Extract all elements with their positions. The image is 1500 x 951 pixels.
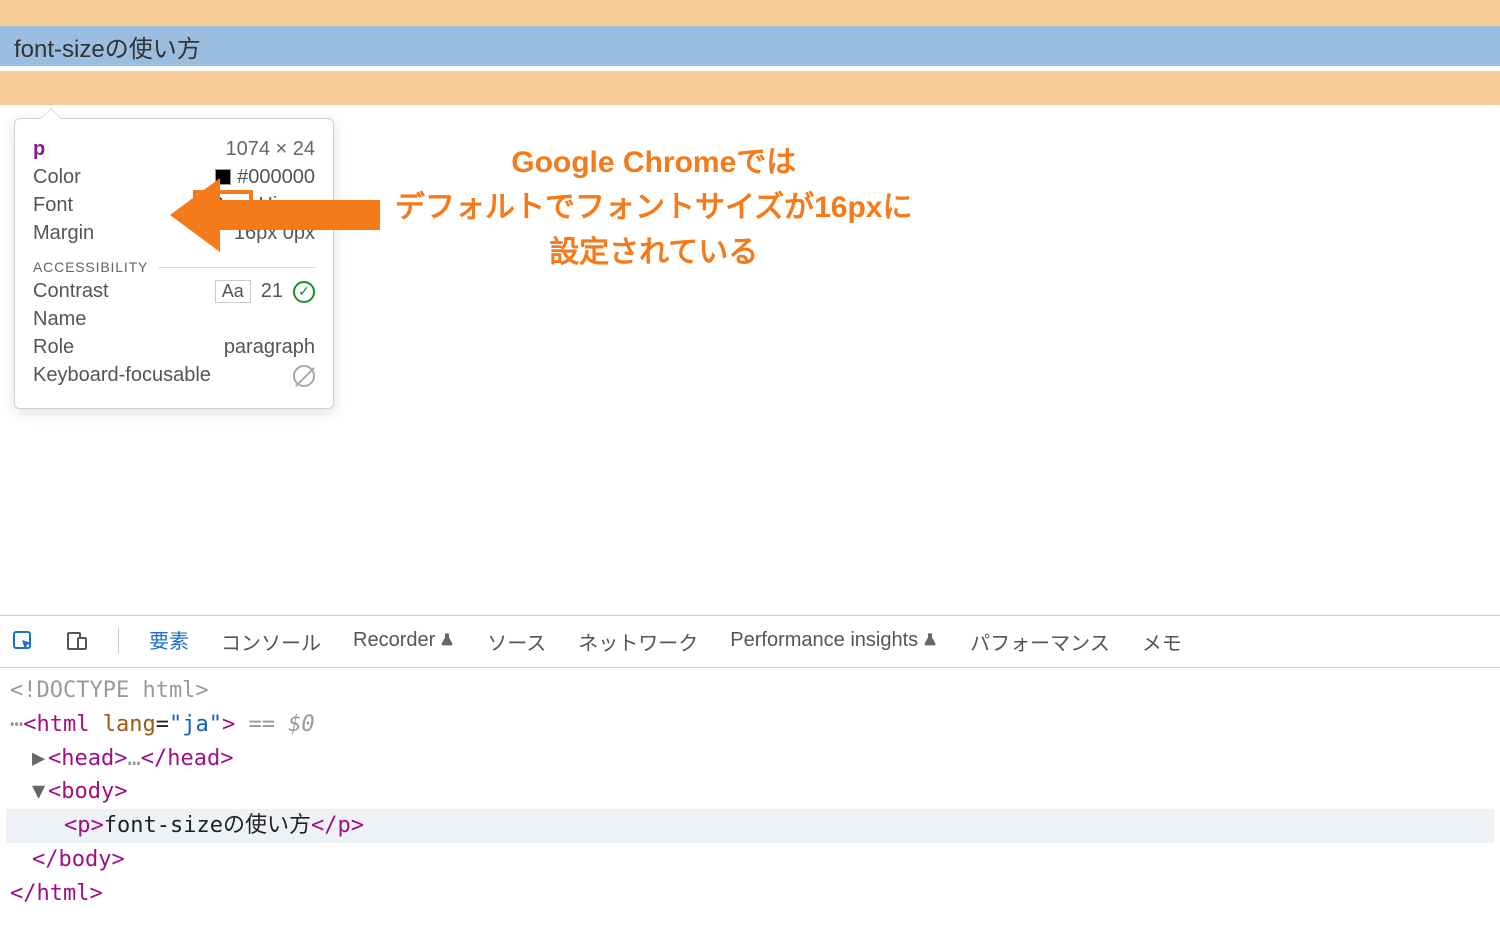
- expand-triangle-icon[interactable]: ▶: [32, 743, 44, 775]
- tooltip-margin-label: Margin: [33, 222, 94, 245]
- tooltip-kbf-label: Keyboard-focusable: [33, 364, 211, 387]
- tab-performance-insights[interactable]: Performance insights: [728, 616, 940, 667]
- tooltip-role-value: paragraph: [224, 336, 315, 359]
- tab-memory[interactable]: メモ: [1140, 616, 1184, 668]
- inspect-icon[interactable]: [10, 628, 36, 654]
- margin-indicator-bottom: [0, 71, 1500, 105]
- tab-elements[interactable]: 要素: [147, 616, 191, 668]
- tooltip-contrast-value: Aa 21 ✓: [215, 280, 315, 303]
- tab-performance[interactable]: パフォーマンス: [968, 616, 1112, 668]
- tab-recorder[interactable]: Recorder: [351, 616, 457, 667]
- tooltip-accessibility-heading: ACCESSIBILITY: [33, 259, 315, 275]
- page-viewport: font-sizeの使い方 p 1074 × 24 Color #000000 …: [0, 0, 1500, 560]
- paragraph-text: font-sizeの使い方: [14, 29, 201, 64]
- flask-icon: [922, 631, 938, 654]
- tab-sources[interactable]: ソース: [485, 616, 548, 668]
- contrast-sample: Aa: [215, 280, 251, 303]
- tooltip-color-label: Color: [33, 166, 81, 189]
- annotation-text: Google Chromeでは デフォルトでフォントサイズが16pxに 設定され…: [395, 140, 912, 275]
- tooltip-contrast-label: Contrast: [33, 280, 109, 303]
- inspected-paragraph[interactable]: font-sizeの使い方: [0, 26, 1500, 66]
- tooltip-font-label: Font: [33, 194, 73, 217]
- check-icon: ✓: [293, 281, 315, 303]
- tooltip-dimensions: 1074 × 24: [225, 138, 315, 161]
- devtools-tabbar: 要素 コンソール Recorder ソース ネットワーク Performance…: [0, 616, 1500, 668]
- prohibited-icon: [293, 365, 315, 387]
- devtools-panel: 要素 コンソール Recorder ソース ネットワーク Performance…: [0, 615, 1500, 951]
- collapse-triangle-icon[interactable]: ▼: [32, 776, 44, 808]
- tab-separator: [118, 628, 119, 654]
- margin-indicator-top: [0, 0, 1500, 26]
- annotation-arrow: [170, 178, 380, 252]
- code-doctype: <!DOCTYPE html>: [10, 678, 209, 703]
- ellipsis-icon[interactable]: ⋯: [10, 712, 21, 737]
- tooltip-role-label: Role: [33, 336, 74, 359]
- selected-p-node[interactable]: <p>font-sizeの使い方</p>: [6, 809, 1494, 843]
- tab-console[interactable]: コンソール: [219, 616, 323, 668]
- tab-network[interactable]: ネットワーク: [576, 616, 700, 668]
- selected-node-hint: == $0: [248, 712, 314, 737]
- tooltip-name-label: Name: [33, 308, 86, 331]
- device-toggle-icon[interactable]: [64, 628, 90, 654]
- tooltip-tag: p: [33, 138, 45, 161]
- elements-tree[interactable]: <!DOCTYPE html> ⋯<html lang="ja"> == $0 …: [0, 668, 1500, 951]
- element-inspect-tooltip: p 1074 × 24 Color #000000 Font 16px Hira…: [14, 118, 334, 409]
- flask-icon: [439, 631, 455, 654]
